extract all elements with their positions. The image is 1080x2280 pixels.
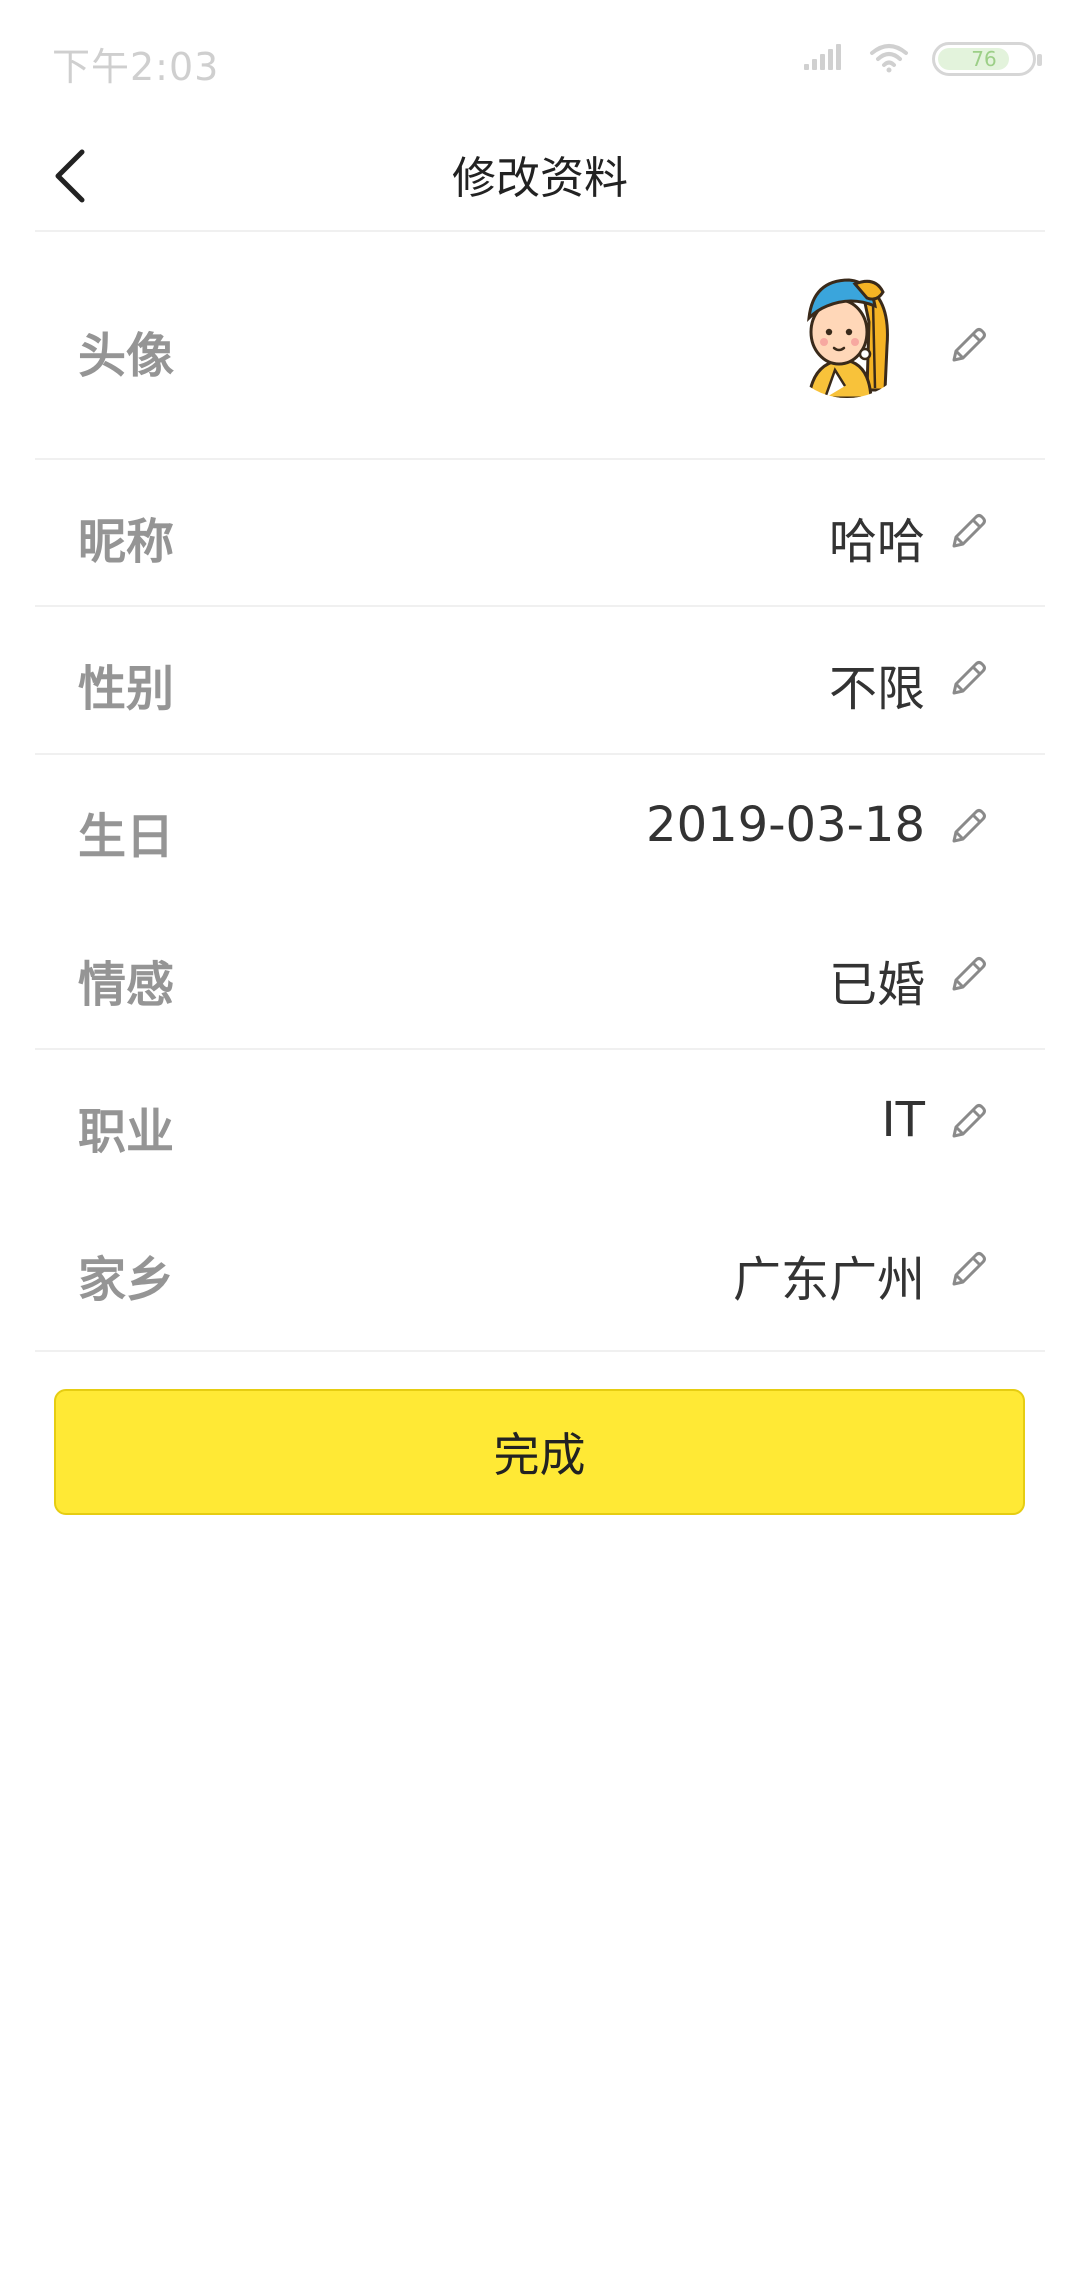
nav-bar: 修改资料 xyxy=(0,120,1080,232)
birthday-label: 生日 xyxy=(78,809,175,865)
done-button[interactable]: 完成 xyxy=(54,1389,1025,1515)
gender-value: 不限 xyxy=(828,661,925,717)
job-row[interactable]: 职业 IT xyxy=(35,1050,1045,1198)
edit-avatar-icon[interactable] xyxy=(944,324,990,370)
job-label: 职业 xyxy=(78,1104,175,1160)
hometown-value: 广东广州 xyxy=(732,1252,925,1308)
birthday-row[interactable]: 生日 2019-03-18 xyxy=(35,755,1045,903)
signal-icon xyxy=(804,42,846,76)
nickname-value: 哈哈 xyxy=(828,514,925,570)
status-bar: 下午2:03 76 xyxy=(0,0,1080,120)
avatar-row[interactable]: 头像 xyxy=(35,232,1045,460)
edit-nickname-icon[interactable] xyxy=(944,510,990,556)
wifi-icon xyxy=(868,41,910,77)
status-time: 下午2:03 xyxy=(52,45,220,89)
gender-row[interactable]: 性别 不限 xyxy=(35,607,1045,753)
relationship-row[interactable]: 情感 已婚 xyxy=(35,903,1045,1049)
battery-level: 76 xyxy=(971,47,997,71)
birthday-value: 2019-03-18 xyxy=(646,797,925,853)
edit-job-icon[interactable] xyxy=(944,1100,990,1146)
gender-label: 性别 xyxy=(78,661,175,717)
row-divider xyxy=(35,1350,1045,1352)
relationship-label: 情感 xyxy=(78,957,175,1013)
edit-gender-icon[interactable] xyxy=(944,657,990,703)
edit-birthday-icon[interactable] xyxy=(944,805,990,851)
nickname-label: 昵称 xyxy=(78,514,175,570)
screen: 下午2:03 76 修改资料 头像 昵称 哈哈 性别 不限 生日 2019-03… xyxy=(0,0,1080,2280)
edit-relationship-icon[interactable] xyxy=(944,953,990,999)
page-title: 修改资料 xyxy=(452,153,628,204)
edit-hometown-icon[interactable] xyxy=(944,1248,990,1294)
hometown-row[interactable]: 家乡 广东广州 xyxy=(35,1198,1045,1346)
status-icons: 76 xyxy=(804,38,1042,80)
avatar[interactable] xyxy=(779,262,915,398)
avatar-label: 头像 xyxy=(78,328,175,384)
job-value: IT xyxy=(881,1092,925,1148)
hometown-label: 家乡 xyxy=(78,1252,175,1308)
nickname-row[interactable]: 昵称 哈哈 xyxy=(35,460,1045,606)
battery-indicator: 76 xyxy=(932,42,1042,76)
relationship-value: 已婚 xyxy=(828,957,925,1013)
